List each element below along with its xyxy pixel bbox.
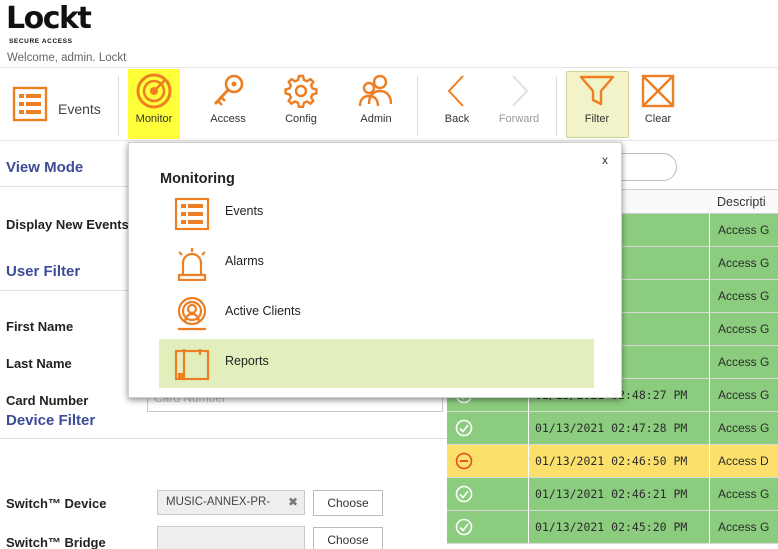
description-column-header[interactable]: Descripti: [717, 195, 766, 209]
active-clients-icon: [177, 297, 207, 331]
table-row[interactable]: 01/13/2021 02:46:50 PM Access D: [447, 445, 778, 478]
device-filter-heading: Device Filter: [6, 412, 96, 429]
description-cell: Access G: [709, 214, 778, 246]
toolbar-divider: [417, 76, 418, 136]
switch-device-value: MUSIC-ANNEX-PR-: [166, 496, 271, 508]
monitor-button[interactable]: Monitor: [133, 72, 175, 125]
divider: [0, 438, 447, 439]
toolbar-divider: [118, 76, 119, 136]
filter-label: Filter: [584, 113, 610, 125]
menu-item-reports[interactable]: Reports: [159, 339, 594, 388]
access-label: Access: [210, 113, 246, 125]
logo-wordmark: Lockt: [6, 1, 92, 36]
config-button[interactable]: Config: [280, 72, 322, 125]
menu-item-alarms[interactable]: Alarms: [159, 239, 594, 288]
menu-item-label: Events: [225, 204, 264, 218]
menu-item-label: Reports: [225, 354, 269, 368]
display-new-events-label: Display New Events: [6, 217, 129, 232]
date-cell: 01/13/2021 02:47:28 PM: [528, 412, 708, 444]
close-dropdown-button[interactable]: x: [602, 153, 608, 167]
gear-icon: [284, 74, 318, 108]
reports-icon: [174, 349, 210, 381]
filter-button[interactable]: Filter: [575, 72, 619, 125]
monitor-label: Monitor: [135, 113, 173, 125]
logo-tagline: SECURE ACCESS: [9, 38, 73, 45]
table-row[interactable]: 01/13/2021 02:46:21 PM Access G: [447, 478, 778, 511]
admin-users-icon: [358, 74, 393, 107]
access-button[interactable]: Access: [207, 72, 249, 125]
funnel-icon: [579, 75, 615, 106]
menu-item-events[interactable]: Events: [159, 189, 594, 238]
date-cell: 01/13/2021 02:46:50 PM: [528, 445, 708, 477]
minus-circle-icon: [455, 452, 473, 470]
description-cell: Access G: [709, 247, 778, 279]
lockt-logo: Lockt SECURE ACCESS: [6, 1, 92, 46]
check-circle-icon: [455, 518, 473, 536]
clear-box-icon: [641, 74, 675, 108]
table-row[interactable]: 01/13/2021 02:47:28 PM Access G: [447, 412, 778, 445]
switch-device-field[interactable]: MUSIC-ANNEX-PR- ✖: [157, 490, 305, 515]
description-cell: Access G: [709, 280, 778, 312]
choose-bridge-button[interactable]: Choose: [313, 527, 383, 549]
status-cell: [447, 445, 527, 477]
key-icon: [213, 74, 244, 106]
status-cell: [447, 511, 527, 543]
table-row[interactable]: 01/13/2021 02:45:20 PM Access G: [447, 511, 778, 544]
back-label: Back: [444, 113, 470, 125]
monitor-icon: [136, 73, 172, 109]
menu-item-label: Active Clients: [225, 304, 301, 318]
chevron-right-icon: [512, 75, 529, 107]
date-cell: 01/13/2021 02:45:20 PM: [528, 511, 708, 543]
card-number-label: Card Number: [6, 393, 89, 408]
back-button[interactable]: Back: [437, 72, 477, 125]
toolbar-divider: [556, 76, 557, 136]
switch-device-label: Switch™ Device: [6, 496, 107, 511]
switch-bridge-field[interactable]: [157, 526, 305, 549]
forward-label: Forward: [498, 113, 540, 125]
monitoring-dropdown: x Monitoring Events Alarms Active Client…: [128, 142, 622, 398]
switch-bridge-label: Switch™ Bridge: [6, 535, 106, 549]
description-cell: Access G: [709, 511, 778, 543]
description-cell: Access G: [709, 412, 778, 444]
status-cell: [447, 412, 527, 444]
remove-tag-icon[interactable]: ✖: [288, 495, 298, 509]
dropdown-title: Monitoring: [160, 171, 235, 187]
main-toolbar: Events Monitor Access Config Admin Back …: [0, 67, 778, 141]
forward-button[interactable]: Forward: [494, 72, 544, 125]
page-title: Events: [58, 101, 101, 117]
description-cell: Access G: [709, 346, 778, 378]
config-label: Config: [285, 113, 317, 125]
events-list-icon: [174, 197, 210, 231]
description-cell: Access G: [709, 379, 778, 411]
admin-button[interactable]: Admin: [353, 72, 399, 125]
alarm-beacon-icon: [177, 248, 207, 281]
check-circle-icon: [455, 419, 473, 437]
last-name-label: Last Name: [6, 356, 72, 371]
menu-item-label: Alarms: [225, 254, 264, 268]
description-cell: Access D: [709, 445, 778, 477]
welcome-text: Welcome, admin. Lockt: [7, 52, 127, 64]
view-mode-heading: View Mode: [6, 159, 84, 176]
date-cell: 01/13/2021 02:46:21 PM: [528, 478, 708, 510]
user-filter-heading: User Filter: [6, 263, 81, 280]
check-circle-icon: [455, 485, 473, 503]
events-page-icon: [12, 86, 48, 127]
description-cell: Access G: [709, 313, 778, 345]
admin-label: Admin: [360, 113, 392, 125]
clear-label: Clear: [644, 113, 672, 125]
clear-button[interactable]: Clear: [638, 72, 678, 125]
choose-device-button[interactable]: Choose: [313, 490, 383, 516]
first-name-label: First Name: [6, 319, 74, 334]
description-cell: Access G: [709, 478, 778, 510]
chevron-left-icon: [447, 75, 464, 107]
menu-item-active-clients[interactable]: Active Clients: [159, 289, 594, 338]
status-cell: [447, 478, 527, 510]
